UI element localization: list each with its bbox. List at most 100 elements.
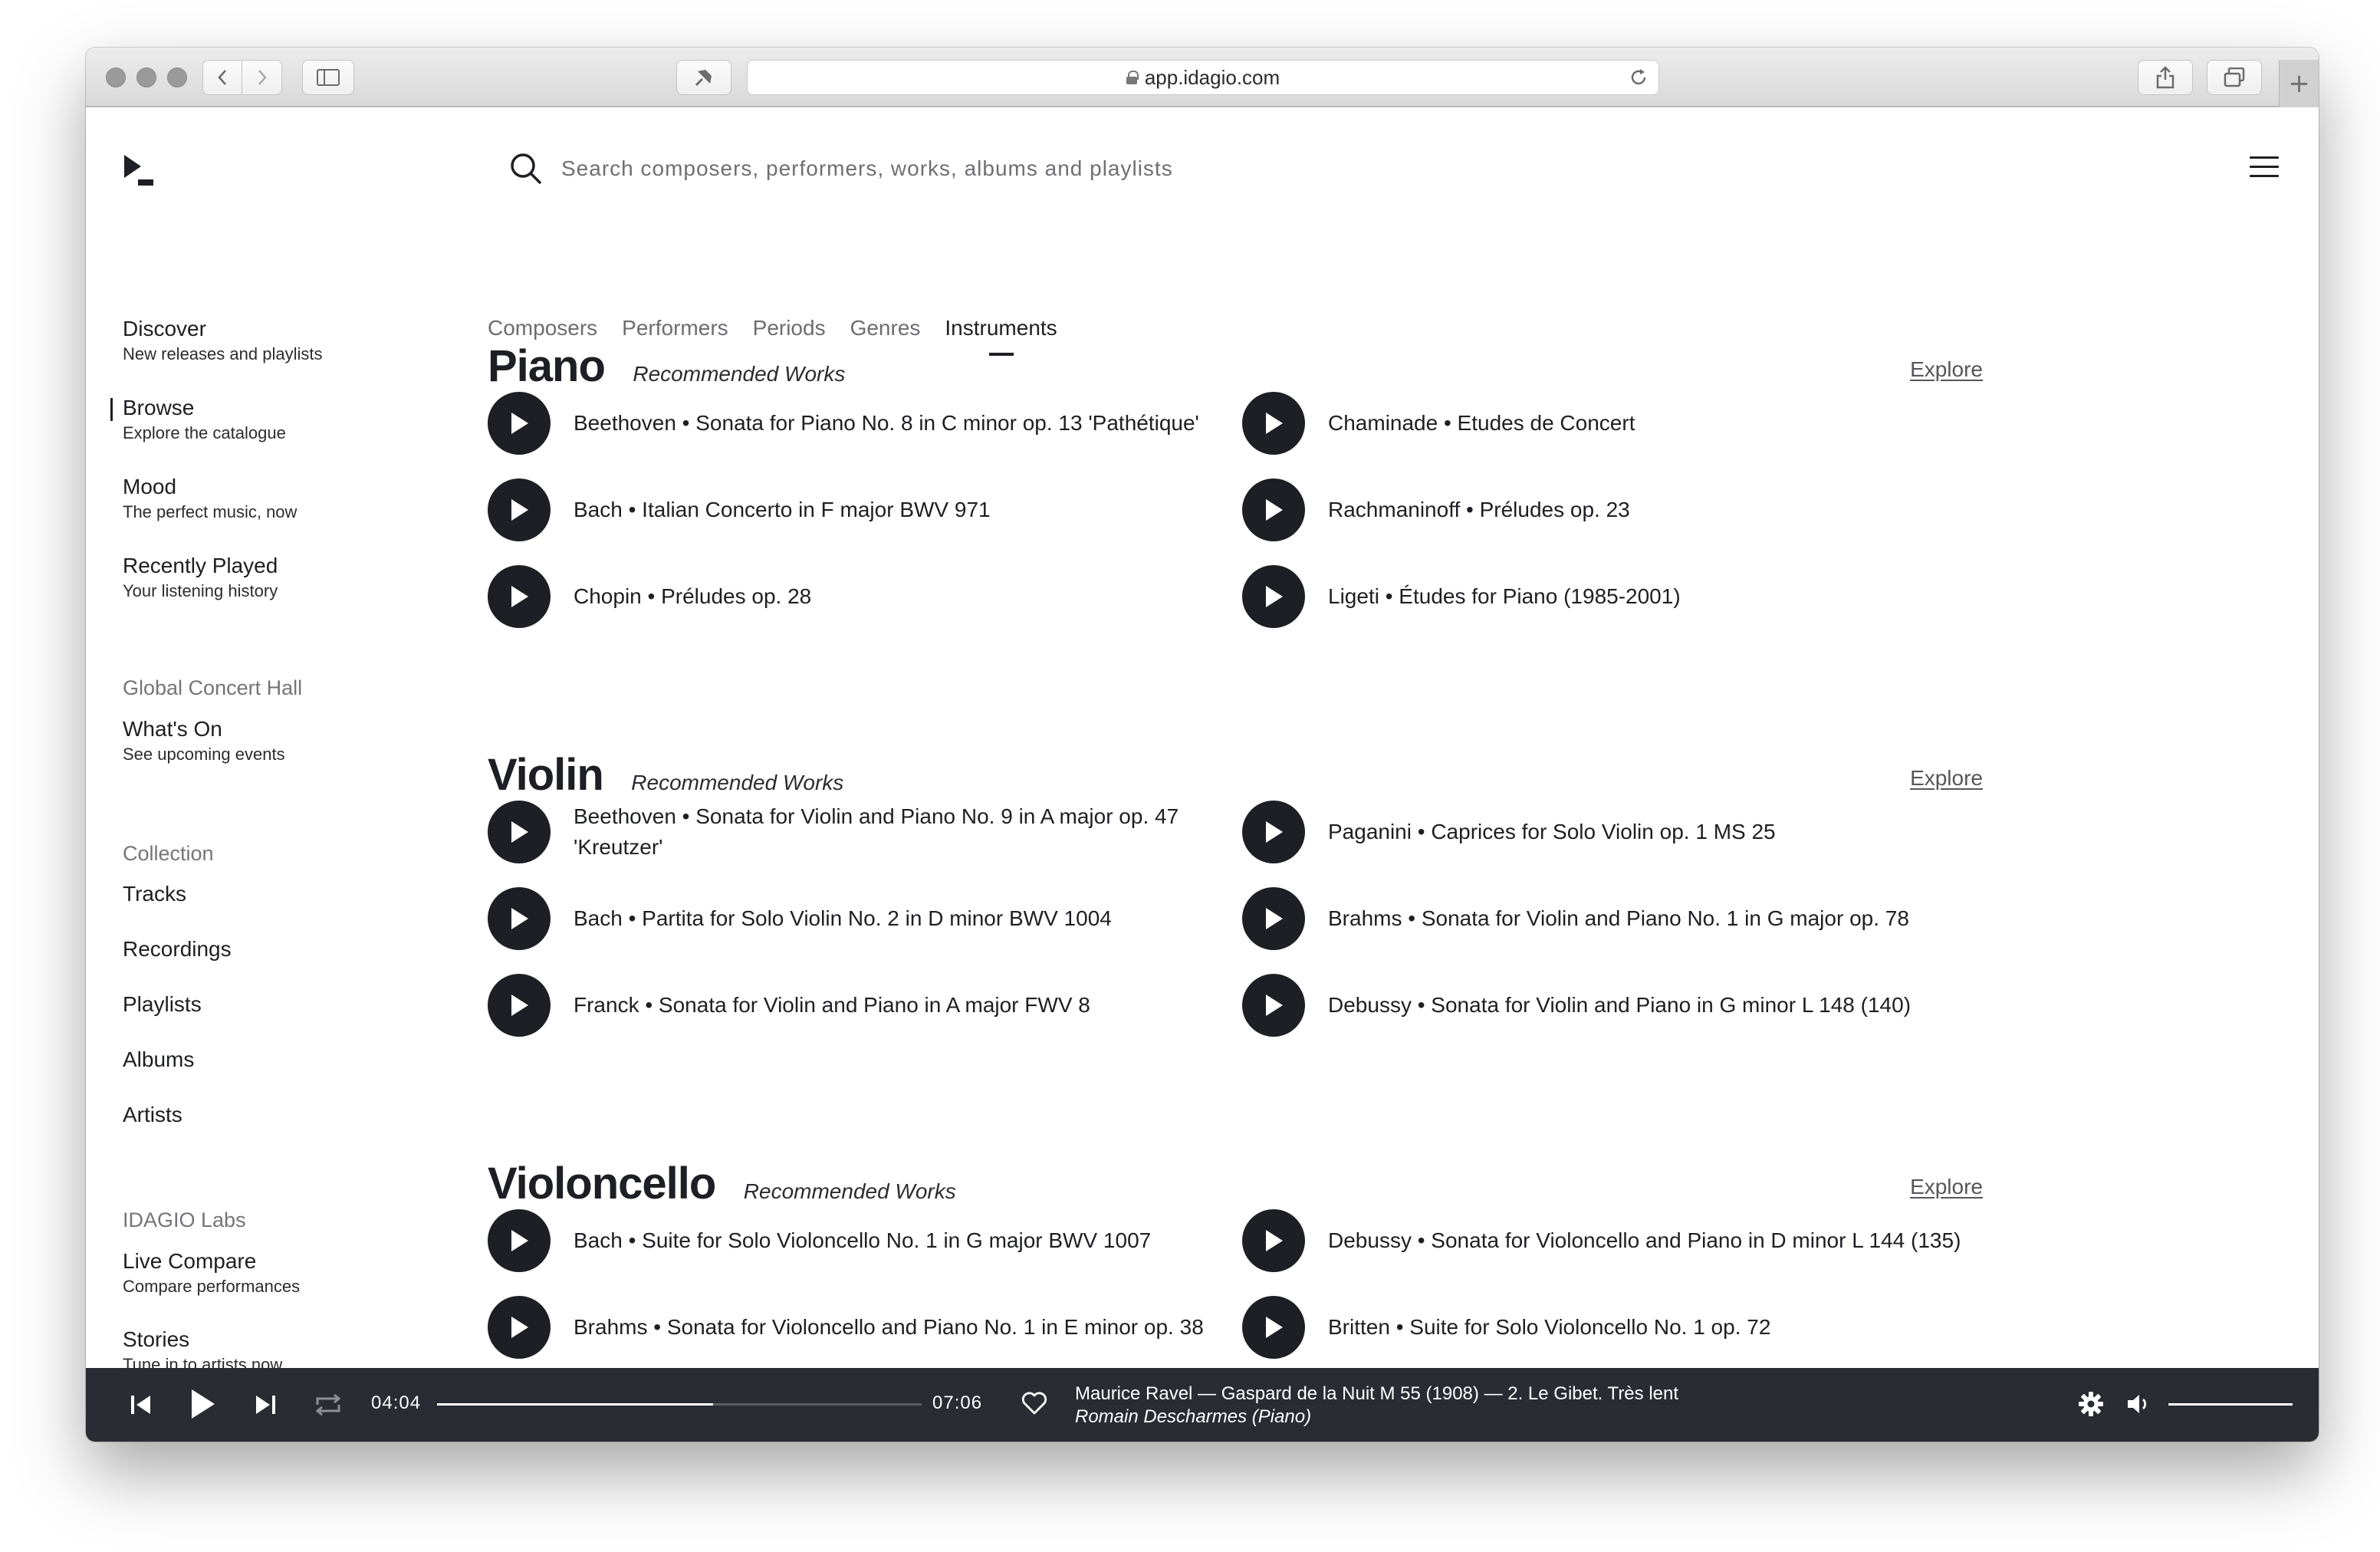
settings-gear-icon[interactable] — [2078, 1391, 2104, 1421]
work-title: Paganini • Caprices for Solo Violin op. … — [1328, 820, 1776, 843]
sidebar-item-title: Discover — [123, 317, 206, 340]
play-icon — [1266, 499, 1283, 521]
idagio-logo[interactable] — [123, 153, 153, 187]
url-text: app.idagio.com — [1144, 65, 1280, 89]
search-icon[interactable] — [509, 152, 543, 189]
work-item[interactable]: Brahms • Sonata for Violoncello and Pian… — [488, 1295, 1224, 1360]
play-button[interactable] — [1242, 1209, 1305, 1272]
work-item[interactable]: Rachmaninoff • Préludes op. 23 — [1242, 478, 1978, 542]
sidebar-item-playlists[interactable]: Playlists — [123, 992, 202, 1017]
tab-genres[interactable]: Genres — [850, 316, 921, 340]
play-button[interactable] — [488, 565, 551, 628]
now-playing-title[interactable]: Maurice Ravel — Gaspard de la Nuit M 55 … — [1075, 1383, 1678, 1405]
section-subtitle: Recommended Works — [743, 1179, 956, 1203]
work-title: Franck • Sonata for Violin and Piano in … — [574, 993, 1090, 1017]
sidebar-item-tracks[interactable]: Tracks — [123, 882, 186, 906]
play-icon — [1266, 821, 1283, 843]
work-item[interactable]: Brahms • Sonata for Violin and Piano No.… — [1242, 886, 1978, 951]
play-button[interactable] — [1242, 974, 1305, 1037]
sidebar-item-title: Stories — [123, 1327, 190, 1351]
play-pause-icon[interactable] — [189, 1388, 216, 1424]
play-icon — [1266, 1230, 1283, 1251]
play-button[interactable] — [1242, 887, 1305, 950]
work-item[interactable]: Beethoven • Sonata for Violin and Piano … — [488, 800, 1224, 864]
work-item[interactable]: Bach • Suite for Solo Violoncello No. 1 … — [488, 1208, 1224, 1273]
work-item[interactable]: Britten • Suite for Solo Violoncello No.… — [1242, 1295, 1978, 1360]
play-button[interactable] — [488, 392, 551, 455]
tab-performers[interactable]: Performers — [622, 316, 728, 340]
forward-button[interactable] — [242, 60, 282, 95]
sidebar-item-discover[interactable]: Discover New releases and playlists — [123, 316, 322, 365]
explore-link[interactable]: Explore — [1910, 357, 1983, 382]
close-window-button[interactable] — [106, 67, 126, 87]
work-title: Bach • Italian Concerto in F major BWV 9… — [574, 498, 991, 521]
repeat-icon[interactable] — [313, 1391, 344, 1422]
play-button[interactable] — [488, 887, 551, 950]
work-item[interactable]: Debussy • Sonata for Violin and Piano in… — [1242, 973, 1978, 1037]
play-button[interactable] — [488, 1209, 551, 1272]
minimize-window-button[interactable] — [136, 67, 156, 87]
sidebar-item-albums[interactable]: Albums — [123, 1047, 194, 1072]
sidebar-item-recently-played[interactable]: Recently Played Your listening history — [123, 553, 278, 602]
search-input[interactable] — [561, 146, 1405, 192]
tab-composers[interactable]: Composers — [488, 316, 597, 340]
play-icon — [1266, 908, 1283, 929]
sidebar-item-browse[interactable]: Browse Explore the catalogue — [110, 395, 286, 444]
work-item[interactable]: Chaminade • Etudes de Concert — [1242, 391, 1978, 455]
sidebar-item-recordings[interactable]: Recordings — [123, 937, 232, 962]
explore-link[interactable]: Explore — [1910, 766, 1983, 791]
work-item[interactable]: Paganini • Caprices for Solo Violin op. … — [1242, 800, 1978, 864]
explore-link[interactable]: Explore — [1910, 1175, 1983, 1199]
play-button[interactable] — [488, 478, 551, 541]
address-bar[interactable]: app.idagio.com — [747, 60, 1659, 95]
sidebar-item-artists[interactable]: Artists — [123, 1103, 182, 1127]
sidebar-item-whats-on[interactable]: What's On See upcoming events — [123, 716, 285, 765]
play-button[interactable] — [488, 974, 551, 1037]
progress-bar[interactable] — [437, 1403, 922, 1406]
previous-track-icon[interactable] — [129, 1391, 153, 1422]
play-icon — [511, 586, 528, 607]
play-button[interactable] — [1242, 392, 1305, 455]
duration-time: 07:06 — [932, 1393, 983, 1413]
share-icon — [2156, 66, 2175, 89]
work-item[interactable]: Franck • Sonata for Violin and Piano in … — [488, 973, 1224, 1037]
heart-icon[interactable] — [1021, 1391, 1047, 1419]
work-title: Bach • Partita for Solo Violin No. 2 in … — [574, 906, 1112, 930]
pin-button[interactable] — [676, 60, 731, 95]
play-icon — [1266, 413, 1283, 434]
section-subtitle: Recommended Works — [631, 771, 844, 794]
volume-icon[interactable] — [2125, 1391, 2152, 1421]
play-button[interactable] — [1242, 1296, 1305, 1359]
zoom-window-button[interactable] — [167, 67, 187, 87]
share-button[interactable] — [2138, 60, 2193, 95]
play-icon — [1266, 995, 1283, 1016]
back-button[interactable] — [202, 60, 242, 95]
work-item[interactable]: Debussy • Sonata for Violoncello and Pia… — [1242, 1208, 1978, 1273]
work-item[interactable]: Ligeti • Études for Piano (1985-2001) — [1242, 564, 1978, 629]
work-title: Chopin • Préludes op. 28 — [574, 584, 812, 608]
new-tab-button[interactable]: + — [2279, 60, 2319, 107]
sidebar-item-mood[interactable]: Mood The perfect music, now — [123, 474, 297, 523]
sidebar-toggle-button[interactable] — [302, 60, 354, 95]
tab-instruments[interactable]: Instruments — [945, 316, 1057, 356]
play-icon — [511, 1317, 528, 1338]
section-title: Violoncello — [488, 1159, 716, 1208]
labs-heading: IDAGIO Labs — [123, 1208, 246, 1231]
play-button[interactable] — [488, 801, 551, 863]
work-item[interactable]: Bach • Italian Concerto in F major BWV 9… — [488, 478, 1224, 542]
tab-periods[interactable]: Periods — [753, 316, 826, 340]
volume-slider[interactable] — [2168, 1403, 2293, 1406]
reload-icon[interactable] — [1628, 67, 1649, 94]
now-playing-artist[interactable]: Romain Descharmes (Piano) — [1075, 1406, 1311, 1428]
hamburger-menu-icon[interactable] — [2250, 156, 2279, 179]
sidebar-item-live-compare[interactable]: Live Compare Compare performances — [123, 1248, 300, 1297]
work-item[interactable]: Bach • Partita for Solo Violin No. 2 in … — [488, 886, 1224, 951]
play-button[interactable] — [1242, 478, 1305, 541]
tabs-overview-button[interactable] — [2207, 60, 2262, 95]
play-button[interactable] — [1242, 801, 1305, 863]
play-button[interactable] — [488, 1296, 551, 1359]
work-item[interactable]: Beethoven • Sonata for Piano No. 8 in C … — [488, 391, 1224, 455]
next-track-icon[interactable] — [253, 1391, 278, 1422]
play-button[interactable] — [1242, 565, 1305, 628]
work-item[interactable]: Chopin • Préludes op. 28 — [488, 564, 1224, 629]
